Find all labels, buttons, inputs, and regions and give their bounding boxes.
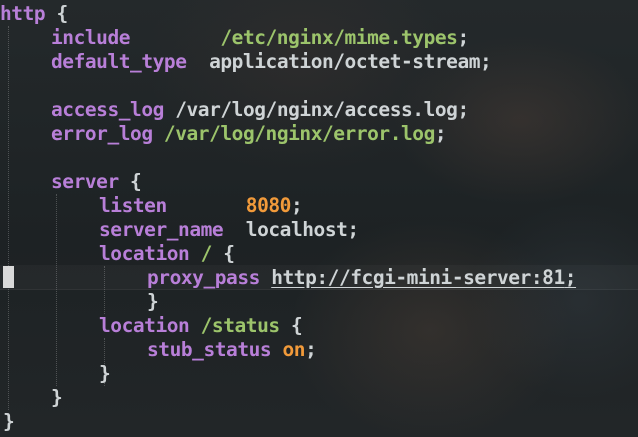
text-cursor <box>3 266 14 288</box>
proxy-url-link[interactable]: http://fcgi-mini-server:81 <box>271 266 565 289</box>
brace: { <box>211 242 235 265</box>
directive: stub_status <box>147 338 272 361</box>
directive-value: 8080 <box>245 194 292 217</box>
code-line-10[interactable]: proxy_pass http://fcgi-mini-server:81; <box>147 266 577 290</box>
directive-value: localhost <box>245 218 348 241</box>
directive-value: /var/log/nginx/access.log <box>175 98 458 121</box>
keyword: location <box>99 314 190 337</box>
directive: include <box>51 26 131 49</box>
directive: default_type <box>51 50 187 73</box>
location-path: / <box>200 242 213 265</box>
code-line-5[interactable]: error_log /var/log/nginx/error.log; <box>51 122 447 146</box>
directive-value: /etc/nginx/mime.types <box>220 26 458 49</box>
brace: } <box>3 410 15 433</box>
semicolon: ; <box>480 50 492 73</box>
code-line-7[interactable]: listen 8080; <box>99 194 303 218</box>
code-line-15[interactable]: } <box>51 386 63 410</box>
brace: } <box>147 290 159 313</box>
code-line-14[interactable]: } <box>99 362 111 386</box>
directive-value: /var/log/nginx/error.log <box>163 122 435 145</box>
keyword: location <box>99 242 190 265</box>
directive: proxy_pass <box>147 266 260 289</box>
keyword: http <box>0 2 46 25</box>
brace: } <box>51 386 63 409</box>
directive: access_log <box>51 98 164 121</box>
code-line-9[interactable]: location / { <box>99 242 235 266</box>
indent-guide <box>56 194 57 386</box>
code-editor[interactable]: http { include /etc/nginx/mime.types; de… <box>0 0 638 437</box>
directive-value: application/octet-stream <box>209 50 481 73</box>
brace: { <box>45 2 68 25</box>
semicolon: ; <box>457 26 469 49</box>
directive: error_log <box>51 122 153 145</box>
code-line-1[interactable]: http { <box>0 2 68 26</box>
keyword: server <box>51 170 119 193</box>
semicolon: ; <box>434 122 447 145</box>
semicolon: ; <box>457 98 469 121</box>
directive: server_name <box>99 218 224 241</box>
brace: } <box>99 362 111 385</box>
code-line-8[interactable]: server_name localhost; <box>99 218 359 242</box>
code-line-13[interactable]: stub_status on; <box>147 338 317 362</box>
brace: { <box>279 314 303 337</box>
indent-guide <box>8 26 9 410</box>
indent-guide <box>104 266 105 314</box>
code-line-4[interactable]: access_log /var/log/nginx/access.log; <box>51 98 469 122</box>
brace: { <box>118 170 142 193</box>
semicolon: ; <box>347 218 359 241</box>
code-line-2[interactable]: include /etc/nginx/mime.types; <box>51 26 469 50</box>
semicolon: ; <box>305 338 317 361</box>
semicolon: ; <box>564 266 577 289</box>
directive: listen <box>99 194 167 217</box>
location-path: /status <box>200 314 280 337</box>
code-line-3[interactable]: default_type application/octet-stream; <box>51 50 492 74</box>
directive-value: on <box>282 338 306 361</box>
code-line-16[interactable]: } <box>3 410 15 434</box>
semicolon: ; <box>290 194 303 217</box>
code-line-12[interactable]: location /status { <box>99 314 303 338</box>
code-line-6[interactable]: server { <box>51 170 142 194</box>
code-line-11[interactable]: } <box>147 290 159 314</box>
